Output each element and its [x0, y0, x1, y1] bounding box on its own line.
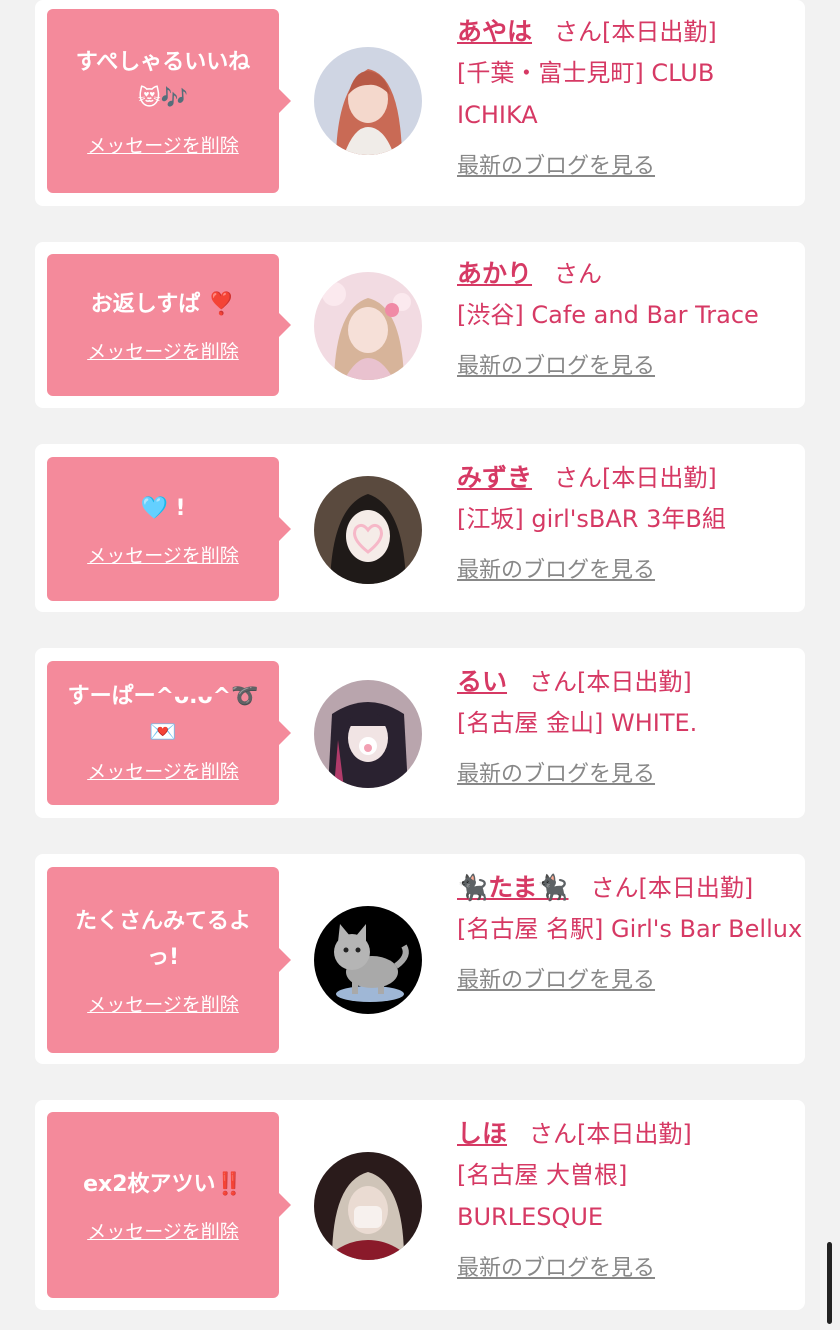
- cast-info: みずき さん[本日出勤] [江坂] girl'sBAR 3年B組 最新のブログを見…: [457, 458, 797, 584]
- cast-name-link[interactable]: 🐈‍⬛たま🐈‍⬛: [457, 873, 569, 902]
- avatar[interactable]: [314, 47, 422, 155]
- status-badge: [本日出勤]: [602, 464, 717, 492]
- latest-blog-link[interactable]: 最新のブログを見る: [457, 348, 655, 380]
- message-bubble: すぺしゃるいいね 😻🎶 メッセージを削除: [47, 9, 291, 193]
- message-card: すーぱー^ᴗ.ᴗ^➰ 💌 メッセージを削除 るい さん[本日出勤] [名古屋 金山…: [35, 648, 805, 818]
- shop-name: [名古屋 金山] WHITE.: [457, 709, 698, 737]
- avatar[interactable]: [314, 476, 422, 584]
- latest-blog-link[interactable]: 最新のブログを見る: [457, 1250, 655, 1282]
- honorific: さん: [554, 18, 603, 46]
- cast-info: るい さん[本日出勤] [名古屋 金山] WHITE. 最新のブログを見る: [457, 662, 797, 788]
- cast-name-link[interactable]: るい: [457, 667, 507, 696]
- message-bubble: たくさんみてるよ っ! メッセージを削除: [47, 867, 291, 1053]
- honorific: さん: [554, 260, 603, 288]
- cast-name-link[interactable]: あやは: [457, 17, 532, 46]
- message-card: お返しすぱ ❣️ メッセージを削除 あかり さん [渋谷] Cafe and Ba…: [35, 242, 805, 408]
- cast-info: あやは さん[本日出勤] [千葉・富士見町] CLUB ICHIKA 最新のブログ…: [457, 12, 797, 180]
- message-bubble: すーぱー^ᴗ.ᴗ^➰ 💌 メッセージを削除: [47, 661, 291, 805]
- status-badge: [本日出勤]: [602, 18, 717, 46]
- message-text: 🩵 !: [140, 495, 186, 521]
- message-bubble: ex2枚アツい‼️ メッセージを削除: [47, 1112, 291, 1298]
- delete-message-link[interactable]: メッセージを削除: [87, 337, 239, 364]
- delete-message-link[interactable]: メッセージを削除: [87, 131, 239, 158]
- honorific: さん: [529, 668, 578, 696]
- avatar[interactable]: [314, 680, 422, 788]
- status-badge: [本日出勤]: [577, 1120, 692, 1148]
- message-text: すぺしゃるいいね 😻🎶: [75, 49, 251, 111]
- message-text: ex2枚アツい‼️: [83, 1171, 243, 1197]
- latest-blog-link[interactable]: 最新のブログを見る: [457, 148, 655, 180]
- shop-name: [江坂] girl'sBAR 3年B組: [457, 505, 726, 533]
- status-badge: [本日出勤]: [638, 874, 754, 902]
- message-bubble: 🩵 ! メッセージを削除: [47, 457, 291, 601]
- message-card: たくさんみてるよ っ! メッセージを削除 🐈‍⬛たま🐈‍⬛ さん[本日出勤] [名…: [35, 854, 805, 1064]
- delete-message-link[interactable]: メッセージを削除: [87, 541, 239, 568]
- status-badge: [本日出勤]: [577, 668, 692, 696]
- message-text: すーぱー^ᴗ.ᴗ^➰ 💌: [67, 683, 259, 745]
- cast-name-link[interactable]: しほ: [457, 1119, 507, 1148]
- shop-name: [渋谷] Cafe and Bar Trace: [457, 301, 759, 329]
- latest-blog-link[interactable]: 最新のブログを見る: [457, 962, 655, 994]
- cast-info: あかり さん [渋谷] Cafe and Bar Trace 最新のブログを見る: [457, 254, 797, 380]
- avatar[interactable]: [314, 906, 422, 1014]
- honorific: さん: [590, 874, 639, 902]
- message-bubble: お返しすぱ ❣️ メッセージを削除: [47, 254, 291, 396]
- message-card: ex2枚アツい‼️ メッセージを削除 しほ さん[本日出勤] [名古屋 大曽根] …: [35, 1100, 805, 1310]
- message-card: すぺしゃるいいね 😻🎶 メッセージを削除 あやは さん[本日出勤] [千葉・富士見…: [35, 0, 805, 206]
- message-text: お返しすぱ ❣️: [90, 291, 236, 317]
- delete-message-link[interactable]: メッセージを削除: [87, 990, 239, 1017]
- cast-name-link[interactable]: あかり: [457, 259, 532, 288]
- shop-name: [名古屋 大曽根] BURLESQUE: [457, 1161, 628, 1231]
- page: { "items": [ { "message": "すぺしゃるいいね\n😻🎶"…: [0, 0, 840, 1330]
- avatar[interactable]: [314, 272, 422, 380]
- shop-name: [名古屋 名駅] Girl's Bar Bellux: [457, 915, 803, 943]
- scrollbar[interactable]: [827, 1242, 832, 1324]
- delete-message-link[interactable]: メッセージを削除: [87, 757, 239, 784]
- avatar[interactable]: [314, 1152, 422, 1260]
- latest-blog-link[interactable]: 最新のブログを見る: [457, 756, 655, 788]
- honorific: さん: [529, 1120, 578, 1148]
- honorific: さん: [554, 464, 603, 492]
- latest-blog-link[interactable]: 最新のブログを見る: [457, 552, 655, 584]
- cast-info: 🐈‍⬛たま🐈‍⬛ さん[本日出勤] [名古屋 名駅] Girl's Bar Bel…: [457, 868, 803, 994]
- cast-name-link[interactable]: みずき: [457, 463, 532, 492]
- message-text: たくさんみてるよ っ!: [74, 908, 251, 970]
- message-card: 🩵 ! メッセージを削除 みずき さん[本日出勤] [江坂] girl'sBAR …: [35, 444, 805, 612]
- shop-name: [千葉・富士見町] CLUB ICHIKA: [457, 59, 715, 129]
- cast-info: しほ さん[本日出勤] [名古屋 大曽根] BURLESQUE 最新のブログを見る: [457, 1114, 707, 1282]
- delete-message-link[interactable]: メッセージを削除: [87, 1217, 239, 1244]
